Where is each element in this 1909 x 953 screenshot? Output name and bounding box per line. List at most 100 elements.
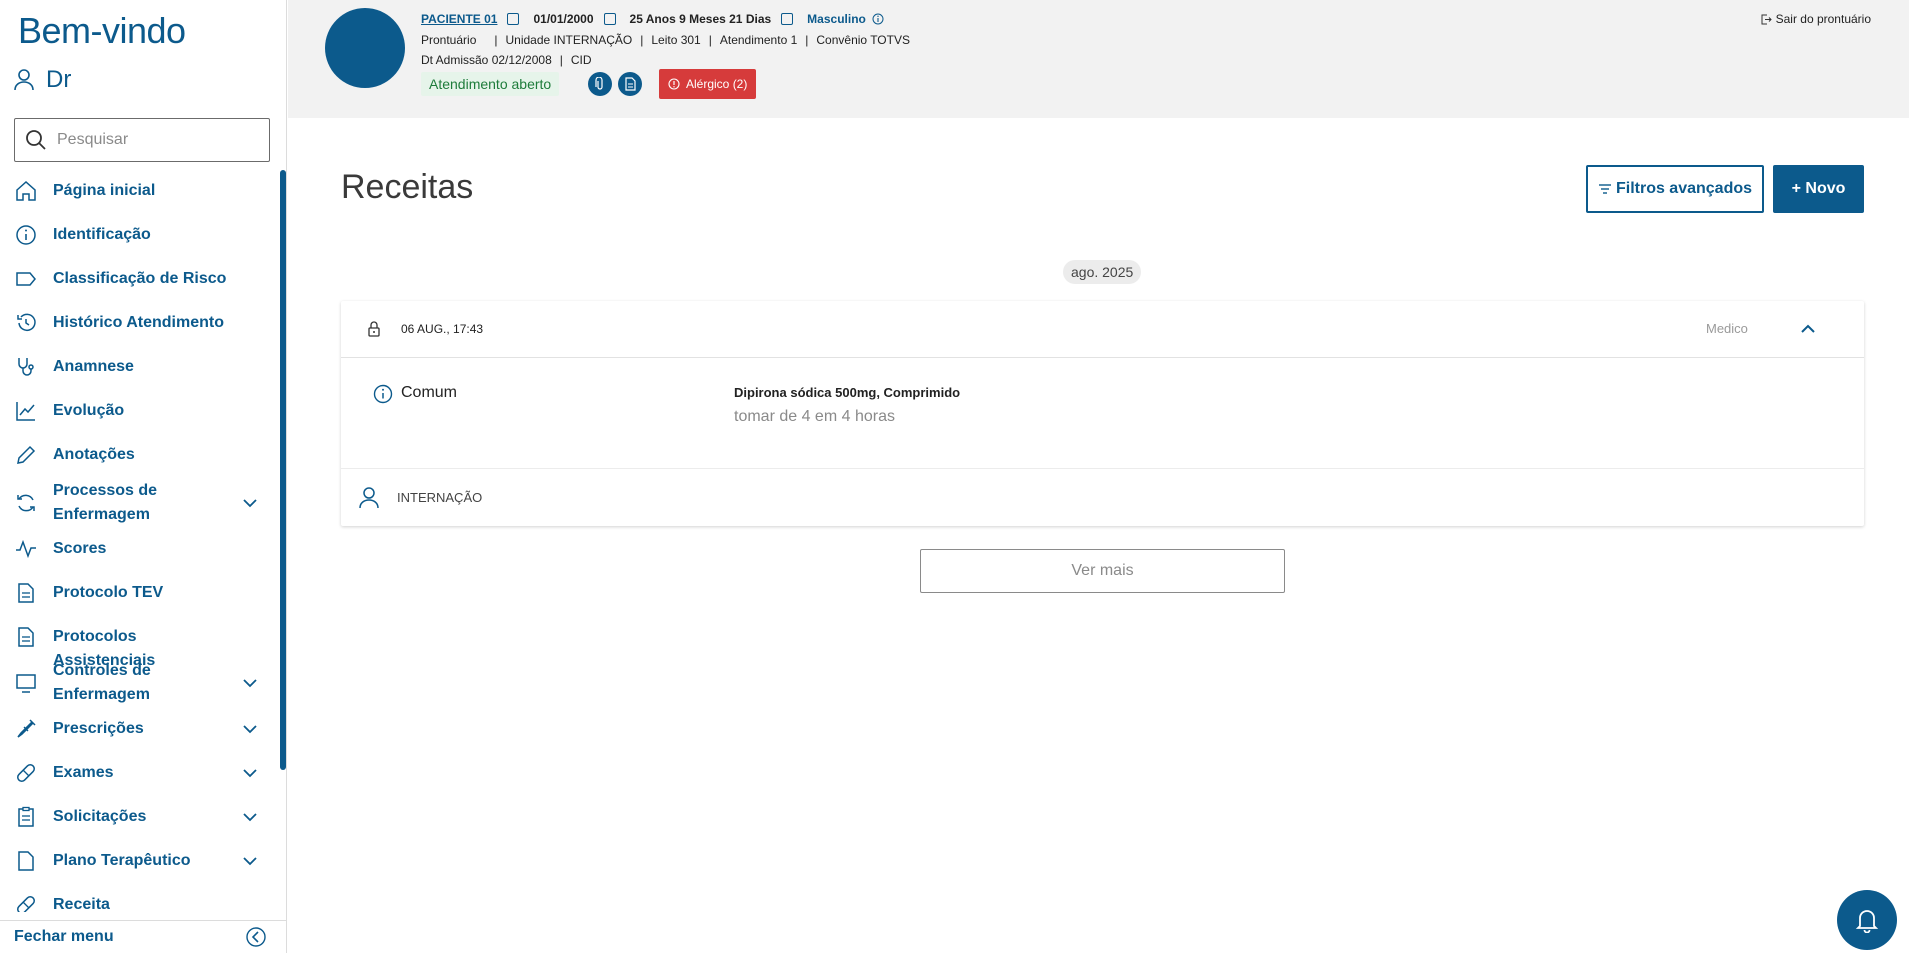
pulse-icon [14,537,38,561]
separator: | [708,33,712,47]
refresh-icon [14,491,38,515]
new-button[interactable]: + Novo [1773,165,1864,213]
sidebar-item-plano-terapeutico[interactable]: Plano Terapêutico [0,840,270,882]
stethoscope-icon [14,355,38,379]
filter-icon [1598,184,1611,194]
info-icon[interactable] [872,13,884,25]
chevron-down-icon[interactable] [240,851,260,871]
card-header[interactable]: 06 AUG., 17:43 Medico [341,301,1864,358]
logout-link[interactable]: Sair do prontuário [1761,12,1871,26]
prescription-card: 06 AUG., 17:43 Medico Comum Dipirona sód… [341,301,1864,526]
sidebar-item-label: Anamnese [53,358,134,375]
info-icon [14,223,38,247]
avatar [325,8,405,88]
chevron-down-icon[interactable] [240,719,260,739]
sidebar-item-solicitacoes[interactable]: Solicitações [0,796,270,838]
drug-instructions: tomar de 4 em 4 horas [734,408,895,425]
clipboard-icon [14,805,38,829]
document-icon [625,77,636,91]
document-icon [14,581,38,605]
card-unit: INTERNAÇÃO [397,490,483,505]
sidebar-item-label: Anotações [53,446,135,463]
app: Bem-vindo Dr Página inicial Identificaçã… [0,0,1909,953]
unit-label: Unidade INTERNAÇÃO [505,33,633,47]
patient-age: 25 Anos 9 Meses 21 Dias [629,12,772,26]
pill-icon [14,893,38,912]
patient-info-line-3: Dt Admissão 02/12/2008 | CID [421,53,592,67]
chevron-down-icon[interactable] [240,807,260,827]
advanced-filters-button[interactable]: Filtros avançados [1586,165,1764,213]
chevron-up-icon[interactable] [1798,319,1818,339]
sidebar-item-pagina-inicial[interactable]: Página inicial [0,170,270,212]
month-chip: ago. 2025 [1063,260,1142,284]
tag-icon [14,267,38,291]
sidebar-item-classificacao-risco[interactable]: Classificação de Risco [0,258,270,300]
sidebar-item-controles-enfermagem[interactable]: Controles de Enfermagem [0,658,270,708]
pill-icon [14,761,38,785]
calendar-icon [603,13,616,25]
info-icon [373,384,393,404]
lock-icon [368,321,380,337]
sidebar-item-processos-enfermagem[interactable]: Processos de Enfermagem [0,478,270,528]
sidebar-item-evolucao[interactable]: Evolução [0,390,270,432]
sidebar-item-historico[interactable]: Histórico Atendimento [0,302,270,344]
sidebar-item-anamnese[interactable]: Anamnese [0,346,270,388]
user-icon [359,487,379,509]
search-input[interactable] [57,131,257,149]
sidebar-item-label: Plano Terapêutico [53,852,191,869]
sidebar-item-label: Solicitações [53,808,147,825]
card-date: 06 AUG., 17:43 [401,322,484,336]
sidebar-item-label: Evolução [53,402,125,419]
alert-icon [668,78,680,90]
insurance-label: Convênio TOTVS [816,33,910,47]
sidebar-item-label: Receita [53,896,110,912]
separator: | [559,53,563,67]
file-icon [14,849,38,873]
sidebar-item-label: Processos de Enfermagem [53,482,158,523]
patient-info-line-2: Prontuário | Unidade INTERNAÇÃO | Leito … [421,33,910,47]
sidebar-item-protocolos-assistenciais[interactable]: Protocolos Assistenciais [0,616,270,669]
search-box[interactable] [14,118,270,162]
sidebar-scrollbar[interactable] [280,170,286,770]
copy-icon[interactable] [507,13,520,25]
user-name: Dr [46,66,72,93]
sidebar-item-label: Scores [53,540,107,557]
sidebar-item-receita[interactable]: Receita [0,884,270,912]
paperclip-icon [595,77,603,90]
close-menu-label: Fechar menu [14,928,114,945]
pencil-icon [14,443,38,467]
welcome-title: Bem-vindo [18,10,186,51]
sidebar-item-label: Histórico Atendimento [53,314,224,331]
chevron-down-icon[interactable] [240,493,260,513]
close-menu-button[interactable]: Fechar menu [0,920,287,953]
admission-label: Dt Admissão 02/12/2008 [421,53,552,67]
sidebar-item-identificacao[interactable]: Identificação [0,214,270,256]
sidebar-item-anotacoes[interactable]: Anotações [0,434,270,476]
sidebar-item-label: Exames [53,764,114,781]
search-icon [26,130,46,150]
chart-line-icon [14,399,38,423]
sidebar-item-prescricoes[interactable]: Prescrições [0,708,270,750]
patient-name[interactable]: PACIENTE 01 [421,12,497,26]
chevron-down-icon[interactable] [240,673,260,693]
user-row: Dr [14,66,71,94]
monitor-icon [14,671,38,695]
record-label: Prontuário [421,33,477,47]
sidebar-item-exames[interactable]: Exames [0,752,270,794]
sidebar-item-label: Protocolo TEV [53,584,164,601]
document-icon [14,625,38,649]
sidebar-item-label: Prescrições [53,720,144,737]
user-icon [14,69,34,91]
sidebar-item-protocolo-tev[interactable]: Protocolo TEV [0,572,270,614]
patient-info-line-1: PACIENTE 01 01/01/2000 25 Anos 9 Meses 2… [421,12,884,26]
patient-sex[interactable]: Masculino [807,12,866,26]
sidebar-nav: Página inicial Identificação Classificaç… [0,170,280,912]
allergy-badge[interactable]: Alérgico (2) [659,69,757,99]
attachment-button[interactable] [588,72,612,96]
notifications-button[interactable] [1837,890,1897,950]
see-more-button[interactable]: Ver mais [920,549,1285,593]
syringe-icon [14,717,38,741]
chevron-down-icon[interactable] [240,763,260,783]
document-button[interactable] [618,72,642,96]
sidebar-item-scores[interactable]: Scores [0,528,270,570]
